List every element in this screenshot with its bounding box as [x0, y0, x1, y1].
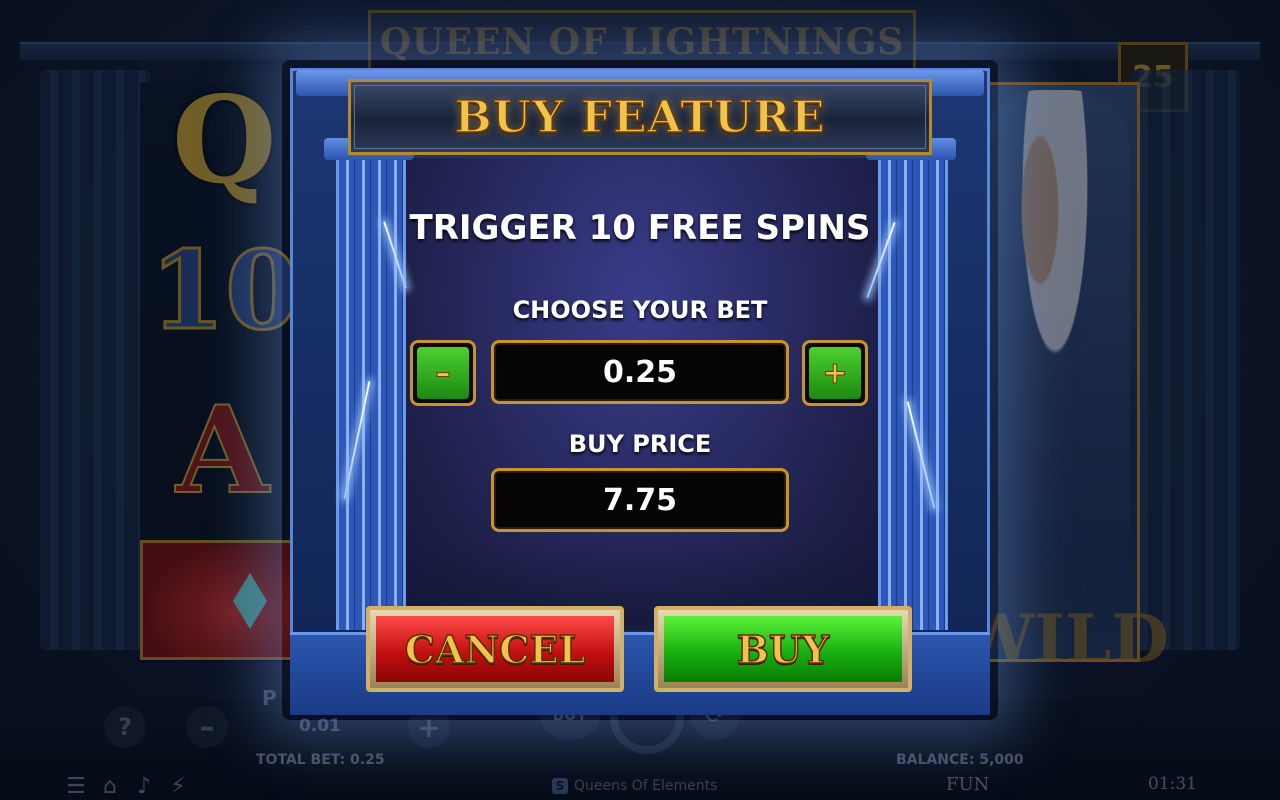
buy-button[interactable]: BUY — [654, 606, 912, 692]
minus-icon: – — [417, 347, 469, 399]
bet-minus-button[interactable]: – — [410, 340, 476, 406]
modal-column-right — [878, 150, 948, 630]
trigger-text: TRIGGER 10 FREE SPINS — [409, 208, 871, 248]
bet-plus-button[interactable]: + — [802, 340, 868, 406]
bet-value-display: 0.25 — [491, 340, 789, 404]
choose-bet-label: CHOOSE YOUR BET — [512, 296, 768, 324]
cancel-button-label: CANCEL — [376, 616, 614, 682]
game-scene: QUEEN OF LIGHTNINGS 25 Q 10 A WILD P ? –… — [0, 0, 1280, 800]
buy-price-display: 7.75 — [491, 468, 789, 532]
plus-icon: + — [809, 347, 861, 399]
cancel-button[interactable]: CANCEL — [366, 606, 624, 692]
modal-title: BUY FEATURE — [454, 91, 826, 144]
modal-column-left — [336, 150, 406, 630]
buy-price-label: BUY PRICE — [568, 430, 712, 458]
buy-button-label: BUY — [664, 616, 902, 682]
modal-title-plate: BUY FEATURE — [348, 79, 932, 155]
